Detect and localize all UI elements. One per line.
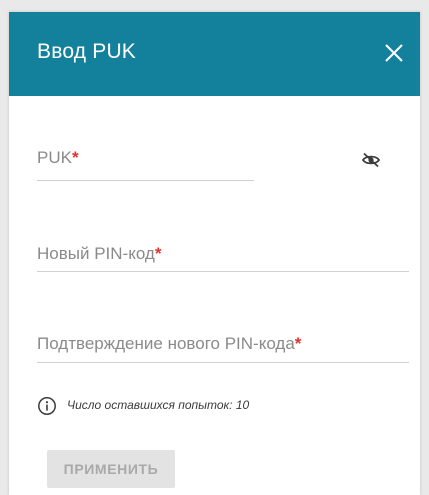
apply-button[interactable]: ПРИМЕНИТЬ [47,450,175,488]
eye-slash-icon[interactable] [361,150,381,170]
confirm-pin-field[interactable]: Подтверждение нового PIN-кода* [37,334,409,370]
info-circle-icon [37,396,57,416]
required-mark: * [294,334,302,353]
puk-label-text: PUK [37,148,72,167]
attempts-text: Число оставшихся попыток: 10 [67,398,250,412]
attempts-info: Число оставшихся попыток: 10 [37,396,397,416]
puk-underline [37,180,254,181]
dialog-title: Ввод PUK [37,40,137,63]
new-pin-field[interactable]: Новый PIN-код* [37,244,409,280]
required-mark: * [71,148,79,167]
new-pin-label-text: Новый PIN-код [37,244,155,263]
confirm-pin-underline [37,362,409,363]
confirm-pin-label: Подтверждение нового PIN-кода* [37,334,301,354]
confirm-pin-label-text: Подтверждение нового PIN-кода [37,334,295,353]
close-icon[interactable] [381,40,407,66]
new-pin-underline [37,271,409,272]
puk-dialog: Ввод PUK PUK* Новый PIN-код* Подтвержден… [9,12,420,495]
new-pin-label: Новый PIN-код* [37,244,161,264]
dialog-header: Ввод PUK [9,12,420,96]
puk-label: PUK* [37,148,79,168]
puk-field[interactable]: PUK* [37,148,409,184]
required-mark: * [154,244,162,263]
